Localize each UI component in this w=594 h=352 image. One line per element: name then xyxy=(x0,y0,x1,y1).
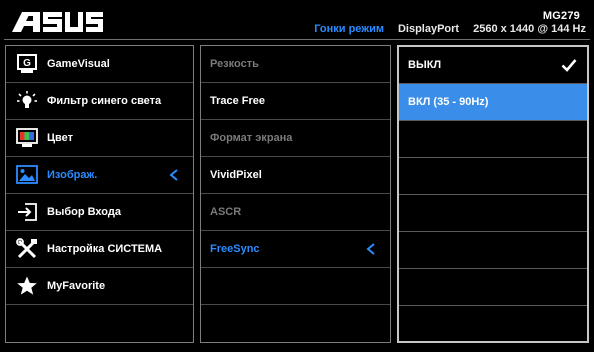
menu-item-color[interactable]: Цвет xyxy=(6,120,193,157)
status-bar: Гонки режим DisplayPort 2560 x 1440 @ 14… xyxy=(314,23,586,35)
option-empty xyxy=(399,269,587,306)
submenu-item-aspect-ratio: Формат экрана xyxy=(201,120,390,157)
color-icon xyxy=(16,128,38,147)
option-label: ВЫКЛ xyxy=(408,59,442,71)
monitor-model: MG279 xyxy=(542,10,580,22)
menu-item-myfavorite[interactable]: MyFavorite xyxy=(6,268,193,305)
input-source-status: DisplayPort xyxy=(397,23,460,35)
submenu-item-vividpixel[interactable]: VividPixel xyxy=(201,157,390,194)
submenu-item-label: ASCR xyxy=(210,206,242,218)
option-on-35-90hz[interactable]: ВКЛ (35 - 90Hz) xyxy=(399,84,587,121)
submenu-item-label: Формат экрана xyxy=(210,132,293,144)
option-empty xyxy=(399,158,587,195)
tools-icon xyxy=(16,238,37,259)
submenu-item-trace-free[interactable]: Trace Free xyxy=(201,83,390,120)
option-label: ВКЛ (35 - 90Hz) xyxy=(408,96,489,108)
menu-item-label: Выбор Входа xyxy=(47,206,121,218)
chevron-left-icon xyxy=(169,169,178,181)
submenu-item-freesync[interactable]: FreeSync xyxy=(201,231,390,268)
header-divider xyxy=(4,39,590,40)
main-menu: G GameVisual Фильтр синего света Цвет Из… xyxy=(5,45,194,343)
option-empty xyxy=(399,121,587,158)
menu-item-empty xyxy=(6,305,193,342)
option-empty xyxy=(399,306,587,343)
svg-text:G: G xyxy=(23,58,31,69)
submenu-item-sharpness: Резкость xyxy=(201,46,390,83)
menu-item-blue-light-filter[interactable]: Фильтр синего света xyxy=(6,83,193,120)
menu-item-label: MyFavorite xyxy=(47,280,106,292)
asus-logo xyxy=(12,12,103,32)
option-off[interactable]: ВЫКЛ xyxy=(399,47,587,84)
gamevisual-icon: G xyxy=(17,54,37,73)
menu-item-label: Настройка СИСТЕМА xyxy=(47,243,163,255)
submenu-item-ascr: ASCR xyxy=(201,194,390,231)
submenu-item-label: FreeSync xyxy=(210,243,260,255)
resolution-status: 2560 x 1440 @ 144 Hz xyxy=(473,23,586,35)
star-icon xyxy=(17,276,37,295)
menu-item-label: Изображ. xyxy=(47,169,98,181)
submenu-item-empty xyxy=(201,305,390,342)
menu-item-image[interactable]: Изображ. xyxy=(6,157,193,194)
image-icon xyxy=(16,165,38,184)
sub-menu: Резкость Trace Free Формат экрана VividP… xyxy=(200,45,391,343)
option-empty xyxy=(399,232,587,269)
checkmark-icon xyxy=(561,59,577,72)
submenu-item-label: Trace Free xyxy=(210,95,266,107)
menu-item-label: Фильтр синего света xyxy=(47,95,162,107)
submenu-item-label: VividPixel xyxy=(210,169,262,181)
menu-item-gamevisual[interactable]: G GameVisual xyxy=(6,46,193,83)
options-panel: ВЫКЛ ВКЛ (35 - 90Hz) xyxy=(397,45,589,343)
menu-item-label: Цвет xyxy=(47,132,74,144)
menu-item-input-select[interactable]: Выбор Входа xyxy=(6,194,193,231)
monitor-osd: MG279 Гонки режим DisplayPort 2560 x 144… xyxy=(0,0,594,352)
menu-item-label: GameVisual xyxy=(47,58,110,70)
game-mode-status: Гонки режим xyxy=(314,23,384,35)
submenu-item-empty xyxy=(201,268,390,305)
blue-light-icon xyxy=(17,91,37,108)
submenu-item-label: Резкость xyxy=(210,58,259,70)
menu-item-system-setup[interactable]: Настройка СИСТЕМА xyxy=(6,231,193,268)
input-select-icon xyxy=(18,203,37,221)
chevron-left-icon xyxy=(366,243,375,255)
option-empty xyxy=(399,195,587,232)
